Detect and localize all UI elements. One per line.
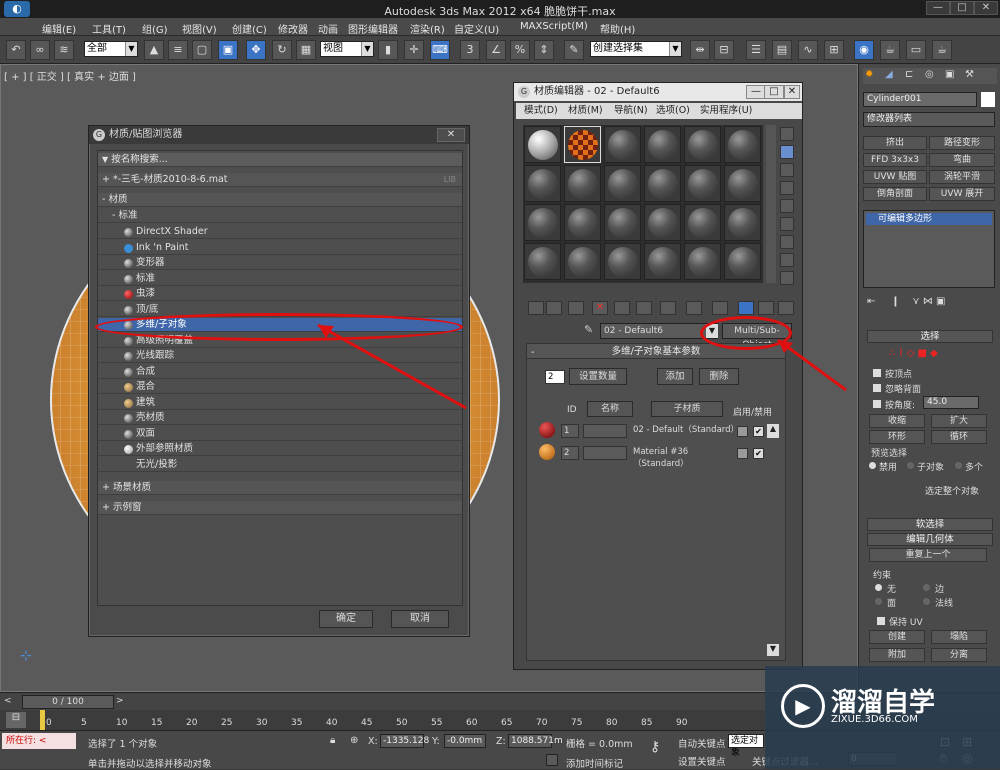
- annotation-arrows: [317, 323, 847, 410]
- arrow-line: [317, 323, 467, 410]
